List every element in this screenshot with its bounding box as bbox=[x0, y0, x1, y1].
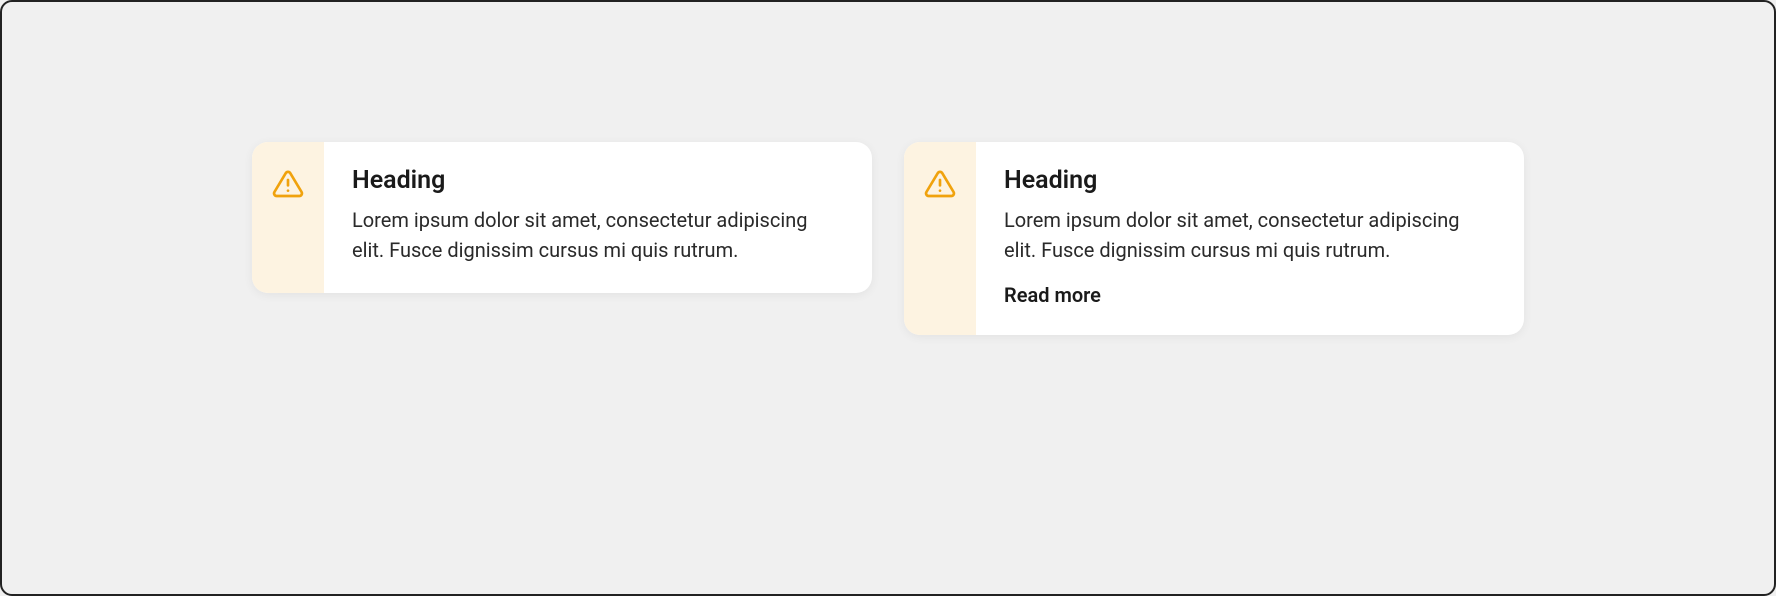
alert-heading: Heading bbox=[1004, 166, 1496, 195]
read-more-link[interactable]: Read more bbox=[1004, 283, 1101, 307]
alert-body: Lorem ipsum dolor sit amet, consectetur … bbox=[352, 205, 844, 265]
alert-card: Heading Lorem ipsum dolor sit amet, cons… bbox=[904, 142, 1524, 335]
alert-body: Lorem ipsum dolor sit amet, consectetur … bbox=[1004, 205, 1496, 265]
alert-icon-strip bbox=[252, 142, 324, 293]
alert-heading: Heading bbox=[352, 166, 844, 195]
alert-content: Heading Lorem ipsum dolor sit amet, cons… bbox=[324, 142, 872, 293]
warning-triangle-icon bbox=[924, 168, 956, 335]
alert-card: Heading Lorem ipsum dolor sit amet, cons… bbox=[252, 142, 872, 293]
alert-content: Heading Lorem ipsum dolor sit amet, cons… bbox=[976, 142, 1524, 335]
warning-triangle-icon bbox=[272, 168, 304, 293]
alert-icon-strip bbox=[904, 142, 976, 335]
